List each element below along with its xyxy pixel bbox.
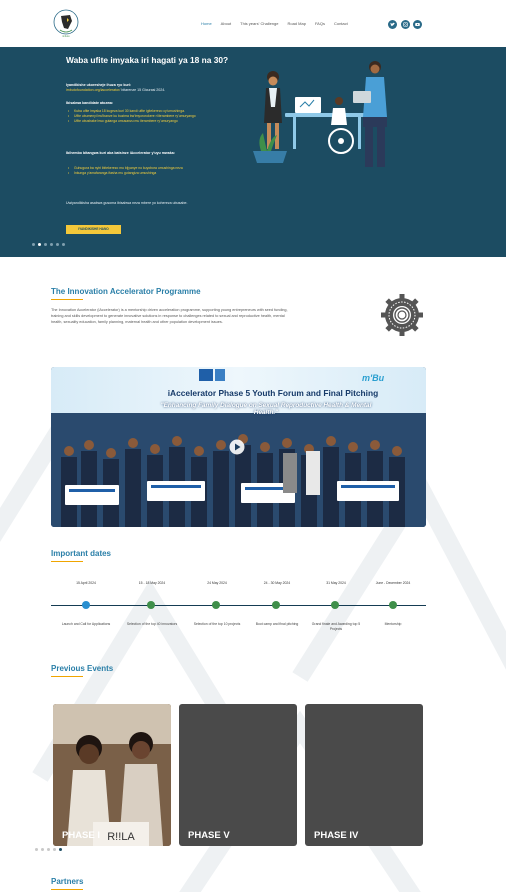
gear-icon <box>381 294 423 336</box>
hero-apply-link[interactable]: imbutofoundation.org/iaccelerator/ <box>66 88 120 92</box>
hero-benefits-list: Guhugura ba nyiri ibitekerezo mu bijyany… <box>66 166 231 176</box>
nav-about[interactable]: About <box>221 21 231 26</box>
timeline-label: Mentorship <box>384 622 402 626</box>
event-card-label: PHASE IV <box>314 830 359 841</box>
events-slider-dots <box>35 848 62 851</box>
partners-title: Partners <box>51 877 84 886</box>
timeline-dot <box>147 601 155 609</box>
slider-dot[interactable] <box>56 243 59 246</box>
section-divider <box>51 299 83 300</box>
event-card-phase-4[interactable]: PHASE IV <box>305 704 423 846</box>
important-dates-title: Important dates <box>51 549 112 558</box>
slider-dot[interactable] <box>59 848 62 851</box>
hero-apply-deadline: bitarenze 15 Gicurasi 2024. <box>121 88 166 93</box>
timeline-date: 24 May 2024 <box>207 581 227 585</box>
hero-benefits-heading: Ibihembo bitangwa kuri aba batsinze iAcc… <box>66 151 175 155</box>
nav-contact[interactable]: Contact <box>334 21 348 26</box>
hero-criteria-heading: Ibisabwa kandidate atozwa: <box>66 101 114 105</box>
timeline-dot <box>389 601 397 609</box>
event-card-phase-1[interactable]: R!!LA PHASE I <box>53 704 171 846</box>
intro-body: The Innovation Accelerator (iAccelerator… <box>51 308 288 324</box>
hero-criteria-list: Kuba ufite imyaka 18 kugeza kuri 30 kand… <box>66 109 231 124</box>
hero-apply-text: Iyandikishe ukoresheje ihuza ryo kuri: i… <box>66 83 231 93</box>
instagram-icon[interactable] <box>401 20 410 29</box>
previous-events-title: Previous Events <box>51 664 114 673</box>
svg-text:m'Bu: m'Bu <box>362 373 385 383</box>
video-subtitle: "Enhancing Family Dialogue on Sexual Rep… <box>160 402 372 417</box>
section-divider <box>51 889 83 890</box>
nav-challenge[interactable]: This years' Challenge <box>240 21 278 26</box>
hero-apply-intro: Iyandikishe ukoresheje ihuza ryo kuri: <box>66 83 132 87</box>
timeline-dot <box>212 601 220 609</box>
slider-dot[interactable] <box>32 243 35 246</box>
timeline-date: 15 April 2024 <box>76 581 96 585</box>
slider-dot[interactable] <box>38 243 41 246</box>
svg-text:R!!LA: R!!LA <box>107 831 135 843</box>
hero-title: Waba ufite imyaka iri hagati ya 18 na 30… <box>66 55 229 65</box>
timeline-label: Selection of the top 40 innovators <box>126 622 178 626</box>
timeline-date: June - December 2024 <box>375 581 411 585</box>
timeline-label: Grand finale and Awarding top 5 Projects <box>311 622 361 632</box>
slider-dot[interactable] <box>50 243 53 246</box>
main-nav: Home About This years' Challenge Road Ma… <box>201 21 357 26</box>
timeline-dot <box>272 601 280 609</box>
timeline-label: Launch and Call for Applications <box>61 622 111 626</box>
slider-dot[interactable] <box>35 848 38 851</box>
timeline-dot <box>82 601 90 609</box>
slider-dot[interactable] <box>62 243 65 246</box>
slider-dot[interactable] <box>41 848 44 851</box>
timeline-date: 24 - 30 May 2024 <box>263 581 291 585</box>
nav-road-map[interactable]: Road Map <box>287 21 305 26</box>
video-title: iAccelerator Phase 5 Youth Forum and Fin… <box>167 388 379 398</box>
youtube-icon[interactable] <box>413 20 422 29</box>
list-item: Ufite ubushake bwo gutanga umusanzu mu i… <box>66 119 231 124</box>
section-divider <box>51 676 83 677</box>
twitter-icon[interactable] <box>388 20 397 29</box>
timeline-date: 15 - 18 May 2024 <box>138 581 166 585</box>
imbuto-logo[interactable]: imbuto <box>52 8 80 38</box>
hero-closing-text: Uwiyandikisha asabwa gusoma ibisabwa nez… <box>66 201 188 205</box>
nav-home[interactable]: Home <box>201 21 212 26</box>
hero-slider-dots <box>32 243 65 246</box>
hero-illustration <box>253 61 387 167</box>
svg-text:imbuto: imbuto <box>62 35 70 38</box>
timeline-line <box>51 605 426 606</box>
list-item: Inkunga y'amafaranga ifasha mu gutangiza… <box>66 171 231 176</box>
play-icon[interactable] <box>229 439 245 455</box>
nav-faqs[interactable]: FAQs <box>315 21 325 26</box>
hero-slider: Waba ufite imyaka iri hagati ya 18 na 30… <box>0 47 506 257</box>
event-card-label: PHASE V <box>188 830 230 841</box>
slider-dot[interactable] <box>53 848 56 851</box>
timeline-date: 31 May 2024 <box>326 581 346 585</box>
intro-title: The Innovation Accelerator Programme <box>51 287 201 296</box>
timeline-dot <box>331 601 339 609</box>
timeline-label: Boot camp and final pitching <box>255 622 299 626</box>
site-header: imbuto Home About This years' Challenge … <box>0 0 506 47</box>
event-card-label: PHASE I <box>62 830 101 841</box>
event-card-phase-5[interactable]: PHASE V <box>179 704 297 846</box>
slider-dot[interactable] <box>44 243 47 246</box>
apply-button[interactable]: IYANDIKISHE HANO <box>66 225 121 234</box>
section-divider <box>51 561 83 562</box>
timeline-label: Selection of the top 10 projects <box>193 622 241 626</box>
slider-dot[interactable] <box>47 848 50 851</box>
event-photo: R!!LA <box>53 704 171 846</box>
